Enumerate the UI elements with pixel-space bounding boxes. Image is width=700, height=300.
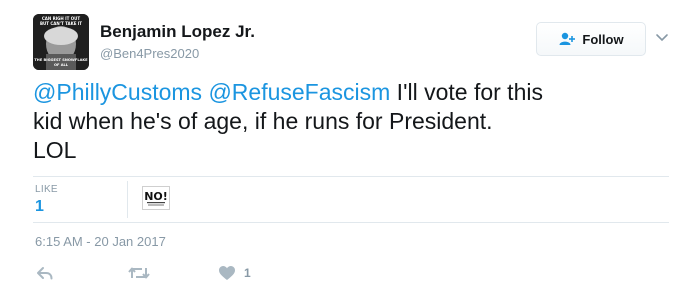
tweet-card: CAN RIGH IT OUT BUT CAN'T TAKE IT THE BI… bbox=[0, 0, 700, 300]
follow-button[interactable]: Follow bbox=[536, 22, 646, 56]
author-handle[interactable]: @Ben4Pres2020 bbox=[100, 46, 199, 61]
likes-count[interactable]: 1 bbox=[35, 198, 44, 216]
like-count: 1 bbox=[244, 266, 251, 280]
divider bbox=[33, 222, 669, 223]
retweet-button[interactable] bbox=[128, 264, 150, 282]
liker-avatar[interactable]: NO! bbox=[142, 186, 170, 210]
heart-icon bbox=[218, 265, 236, 281]
likes-label: LIKE bbox=[35, 184, 58, 195]
divider bbox=[33, 176, 669, 177]
mention-link[interactable]: @PhillyCustoms bbox=[33, 79, 202, 105]
tweet-text-line-3: LOL bbox=[33, 137, 77, 163]
like-button[interactable]: 1 bbox=[218, 264, 251, 282]
avatar-caption-bottom-1: THE BIGGEST SNOWFLAKE bbox=[34, 58, 88, 62]
stats-separator bbox=[127, 181, 128, 218]
tweet-timestamp[interactable]: 6:15 AM - 20 Jan 2017 bbox=[35, 234, 166, 249]
author-avatar[interactable]: CAN RIGH IT OUT BUT CAN'T TAKE IT THE BI… bbox=[33, 14, 89, 70]
reply-icon bbox=[36, 265, 54, 281]
tweet-text-line-2: kid when he's of age, if he runs for Pre… bbox=[33, 108, 493, 134]
mention-link[interactable]: @RefuseFascism bbox=[208, 79, 390, 105]
tweet-text: @PhillyCustoms @RefuseFascism I'll vote … bbox=[33, 78, 683, 165]
chevron-down-icon[interactable] bbox=[655, 30, 669, 44]
follow-label: Follow bbox=[582, 31, 624, 47]
tweet-text-line-1: I'll vote for this bbox=[390, 79, 543, 105]
add-user-icon bbox=[558, 32, 576, 46]
liker-avatar-text: NO! bbox=[144, 190, 168, 203]
avatar-caption-bottom-2: OF ALL bbox=[54, 63, 69, 67]
author-name[interactable]: Benjamin Lopez Jr. bbox=[100, 22, 255, 42]
retweet-icon bbox=[128, 265, 150, 281]
reply-button[interactable] bbox=[36, 264, 54, 282]
avatar-caption-top-2: BUT CAN'T TAKE IT bbox=[40, 21, 82, 26]
